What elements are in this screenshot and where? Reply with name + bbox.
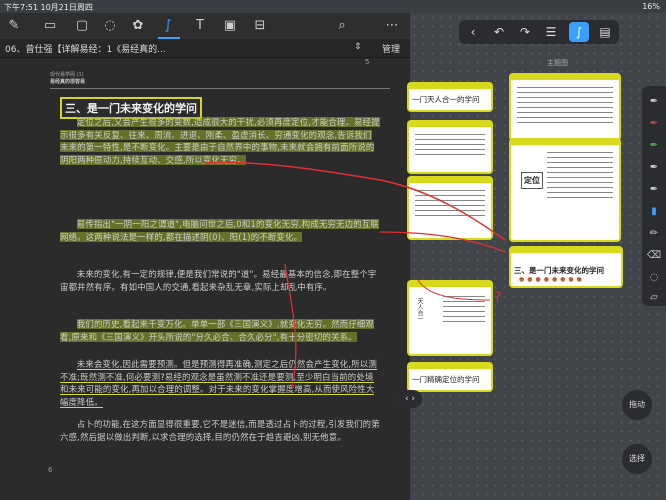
book-header-line2: 易经真的很容易 — [50, 79, 86, 85]
pen-icon[interactable]: ✎ — [4, 16, 24, 36]
drag-button[interactable]: 拖动 — [622, 390, 652, 420]
status-time: 下午7:51 10月21日周四 — [4, 3, 93, 12]
paragraph-3-text: 未来的变化,有一定的规律,便是我们常说的"道"。易经最基本的信念,即在整个宇宙都… — [60, 269, 377, 292]
card-renhe[interactable]: 天人合一 — [407, 280, 493, 356]
select-button[interactable]: 选择 — [622, 444, 652, 474]
status-bar: 下午7:51 10月21日周四 16% — [0, 0, 666, 13]
card-text-lines — [443, 296, 485, 326]
ruler-icon[interactable]: ▱ — [646, 290, 662, 306]
page-number-top: 5 — [365, 58, 370, 66]
paragraph-3: 未来的变化,有一定的规律,便是我们常说的"道"。易经最基本的信念,即在整个宇宙都… — [60, 268, 380, 293]
eraser-icon[interactable]: ⌫ — [646, 248, 662, 264]
card-blank-2[interactable] — [407, 176, 493, 240]
highlighter-icon[interactable]: ▮ — [646, 204, 662, 220]
shape-icon[interactable]: ▢ — [72, 16, 92, 36]
dingwei-label: 定位 — [521, 172, 543, 189]
paragraph-2: 易传指出"一阴一阳之谓道",电脑问世之后,0和1的变化无穷,构成无穷无边的互联网… — [60, 218, 380, 243]
pen-palette: ✒ ✒ ✒ ✒ ✒ ▮ ✏ ⌫ ◌ ▱ — [642, 86, 666, 306]
more-icon[interactable]: ⋯ — [382, 16, 402, 36]
paragraph-2-text: 易传指出"一阴一阳之谓道",电脑问世之后,0和1的变化无穷,构成无穷无边的互联网… — [60, 219, 379, 242]
card-dingwei[interactable]: 定位 — [509, 138, 621, 242]
card-bar — [409, 84, 491, 89]
card-bar — [511, 248, 621, 253]
pencil-icon[interactable]: ✏ — [646, 226, 662, 242]
card-bar — [409, 178, 491, 183]
card-bar — [409, 282, 491, 287]
pen-black-icon[interactable]: ✒ — [646, 94, 662, 110]
document-bar: 06、曾仕强【详解易经：1《易经真的... ⇕ 管理 — [0, 39, 410, 58]
paragraph-4-text: 我们的历史,看起来千变万化。单单一部《三国演义》,就变化无穷。然而仔细观看,原来… — [60, 319, 375, 342]
canvas-toolbar: ‹ ↶ ↷ ☰ ∫ ▤ — [459, 20, 619, 44]
lasso-select-icon[interactable]: ◌ — [646, 270, 662, 286]
card-tianren[interactable]: 一门天人合一的学问 — [407, 82, 493, 112]
search-icon[interactable]: ⌕ — [332, 16, 352, 36]
card-jingque-title: 一门精确定位的学问 — [412, 375, 480, 384]
card-blank-1[interactable] — [407, 120, 493, 174]
lasso-icon[interactable]: ◌ — [100, 16, 120, 36]
paragraph-4: 我们的历史,看起来千变万化。单单一部《三国演义》,就变化无穷。然而仔细观看,原来… — [60, 318, 380, 343]
sticker-icon[interactable]: ✿ — [128, 16, 148, 36]
card-bar — [409, 364, 491, 369]
card-bar — [409, 122, 491, 127]
annotation-toolbar: ✎ ▭ ▢ ◌ ✿ ∫ T ▣ ⊟ ⌕ ⋯ — [0, 13, 410, 39]
paragraph-6: 占卜的功能,在这方面显得很重要,它不是迷信,而是透过占卜的过程,引发我们的第六感… — [60, 418, 380, 443]
battery-indicator: 16% — [642, 2, 660, 11]
card-tianren-title: 一门天人合一的学问 — [412, 95, 480, 104]
card-text-lines — [415, 190, 485, 220]
paragraph-5-text: 未来会变化,因此需要预测。但是预测得再准确,测定之后仍然会产生变化,所以测不准;… — [60, 359, 377, 409]
pen-red-icon[interactable]: ✒ — [646, 116, 662, 132]
paragraph-1: 定位之后,又会产生很多的变数,造成很大的干扰,必须再度定位,才能合理。易经提示很… — [60, 116, 380, 167]
page-number-bottom: 6 — [48, 466, 53, 474]
card-text-lines — [547, 152, 613, 202]
ink-mode-icon[interactable]: ∫ — [569, 22, 589, 42]
highlight-icon[interactable]: ▭ — [40, 16, 60, 36]
document-title[interactable]: 06、曾仕强【详解易经：1《易经真的... — [5, 42, 166, 55]
book-header: 现代易学网 (1) 易经真的很容易 — [50, 72, 390, 89]
mindmap-label: 主题图 — [547, 59, 568, 67]
split-view-icon[interactable]: ▤ — [595, 22, 615, 42]
card-jingque[interactable]: 一门精确定位的学问 — [407, 362, 493, 392]
image-icon[interactable]: ▣ — [220, 16, 240, 36]
book-header-line1: 现代易学网 (1) — [50, 72, 84, 78]
sort-icon[interactable]: ⇕ — [354, 42, 362, 52]
card-bar — [511, 75, 619, 80]
redo-icon[interactable]: ↷ — [515, 22, 535, 42]
card-top-right[interactable] — [509, 73, 621, 141]
card-text-lines — [415, 134, 485, 159]
card-text-lines — [517, 87, 613, 127]
card-bar — [511, 140, 619, 145]
paragraph-6-text: 占卜的功能,在这方面显得很重要,它不是迷信,而是透过占卜的过程,引发我们的第六感… — [60, 419, 380, 442]
clip-icon[interactable]: ⊟ — [250, 16, 270, 36]
pen-white-icon[interactable]: ✒ — [646, 160, 662, 176]
pen-gray-icon[interactable]: ✒ — [646, 182, 662, 198]
manage-button[interactable]: 管理 — [382, 42, 400, 55]
paragraph-1-text: 定位之后,又会产生很多的变数,造成很大的干扰,必须再度定位,才能合理。易经提示很… — [60, 117, 380, 166]
card-future-change-title: 三、是一门未来变化的学问 — [514, 266, 604, 275]
card-future-change[interactable]: 三、是一门未来变化的学问 ●●●●●●●● — [509, 246, 623, 288]
list-icon[interactable]: ☰ — [541, 22, 561, 42]
renhe-label: 天人合一 — [416, 298, 423, 322]
textbox-icon[interactable]: T — [190, 16, 210, 36]
card-node-handles: ●●●●●●●● — [519, 276, 585, 283]
ink-icon[interactable]: ∫ — [158, 16, 178, 36]
paragraph-5: 未来会变化,因此需要预测。但是预测得再准确,测定之后仍然会产生变化,所以测不准;… — [60, 358, 380, 409]
page-nav-button[interactable]: ‹ › — [398, 390, 422, 408]
undo-icon[interactable]: ↶ — [489, 22, 509, 42]
back-icon[interactable]: ‹ — [463, 22, 483, 42]
pen-green-icon[interactable]: ✒ — [646, 138, 662, 154]
